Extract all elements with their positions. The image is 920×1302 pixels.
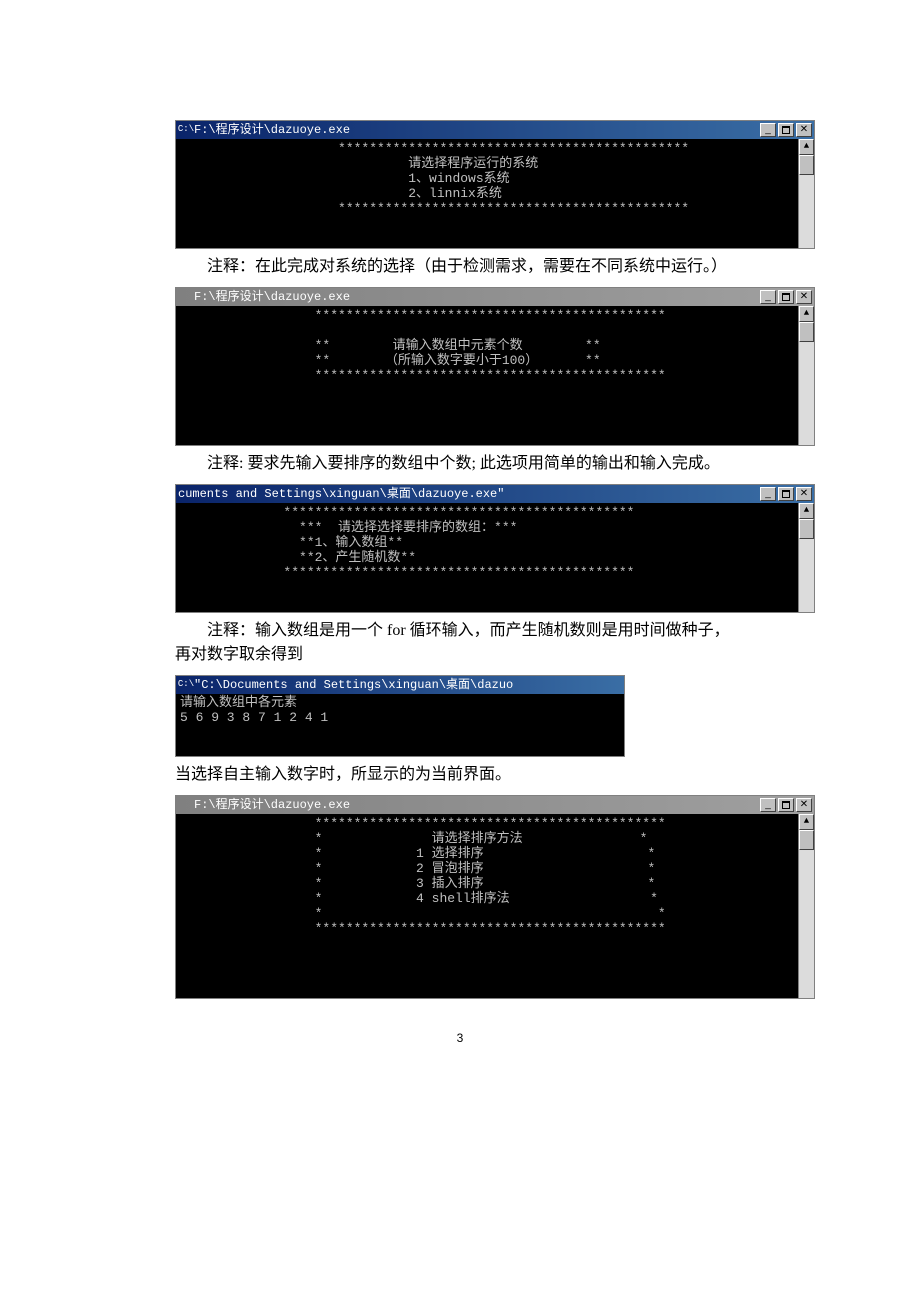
titlebar[interactable]: cuments and Settings\xinguan\桌面\dazuoye.… — [176, 485, 814, 503]
scroll-up-button[interactable]: ▲ — [799, 306, 814, 322]
note-3: 注释：输入数组是用一个 for 循环输入，而产生随机数则是用时间做种子，再对数字… — [175, 619, 745, 667]
scrollbar[interactable]: ▲ — [798, 814, 814, 998]
scroll-track[interactable] — [799, 155, 814, 248]
maximize-button[interactable] — [778, 487, 794, 501]
scroll-thumb[interactable] — [799, 322, 814, 342]
window-title: F:\程序设计\dazuoye.exe — [194, 121, 760, 139]
window-title: "C:\Documents and Settings\xinguan\桌面\da… — [194, 676, 622, 694]
console-output: ****************************************… — [176, 306, 798, 445]
close-button[interactable]: ✕ — [796, 798, 812, 812]
minimize-button[interactable]: _ — [760, 798, 776, 812]
scrollbar[interactable]: ▲ — [798, 503, 814, 612]
window-controls: _ ✕ — [760, 487, 812, 501]
scroll-track[interactable] — [799, 519, 814, 612]
titlebar[interactable]: F:\程序设计\dazuoye.exe _ ✕ — [176, 796, 814, 814]
scroll-up-button[interactable]: ▲ — [799, 814, 814, 830]
maximize-button[interactable] — [778, 123, 794, 137]
console-body: ****************************************… — [176, 306, 814, 445]
document-page: C:\ F:\程序设计\dazuoye.exe _ ✕ ************… — [0, 0, 920, 1087]
scroll-thumb[interactable] — [799, 155, 814, 175]
window-title: cuments and Settings\xinguan\桌面\dazuoye.… — [178, 485, 760, 503]
console-window-2: F:\程序设计\dazuoye.exe _ ✕ ****************… — [175, 287, 815, 446]
minimize-button[interactable]: _ — [760, 290, 776, 304]
console-output: 请输入数组中各元素 5 6 9 3 8 7 1 2 4 1 — [176, 694, 624, 756]
window-controls: _ ✕ — [760, 290, 812, 304]
cmd-icon — [178, 798, 194, 812]
window-controls: _ ✕ — [760, 798, 812, 812]
scroll-track[interactable] — [799, 322, 814, 445]
note-4: 当选择自主输入数字时，所显示的为当前界面。 — [175, 763, 745, 787]
console-body: ****************************************… — [176, 139, 814, 248]
console-body: 请输入数组中各元素 5 6 9 3 8 7 1 2 4 1 — [176, 694, 624, 756]
minimize-button[interactable]: _ — [760, 123, 776, 137]
minimize-button[interactable]: _ — [760, 487, 776, 501]
console-window-3: cuments and Settings\xinguan\桌面\dazuoye.… — [175, 484, 815, 613]
console-output: ****************************************… — [176, 139, 798, 248]
cmd-icon: C:\ — [178, 678, 194, 692]
scroll-up-button[interactable]: ▲ — [799, 503, 814, 519]
window-title: F:\程序设计\dazuoye.exe — [194, 288, 760, 306]
console-window-1: C:\ F:\程序设计\dazuoye.exe _ ✕ ************… — [175, 120, 815, 249]
scrollbar[interactable]: ▲ — [798, 306, 814, 445]
close-button[interactable]: ✕ — [796, 123, 812, 137]
maximize-button[interactable] — [778, 798, 794, 812]
console-output: ****************************************… — [176, 503, 798, 612]
console-window-5: F:\程序设计\dazuoye.exe _ ✕ ****************… — [175, 795, 815, 999]
scroll-thumb[interactable] — [799, 519, 814, 539]
scroll-track[interactable] — [799, 830, 814, 998]
scrollbar[interactable]: ▲ — [798, 139, 814, 248]
window-controls: _ ✕ — [760, 123, 812, 137]
console-window-4: C:\ "C:\Documents and Settings\xinguan\桌… — [175, 675, 625, 757]
cmd-icon — [178, 290, 194, 304]
titlebar[interactable]: F:\程序设计\dazuoye.exe _ ✕ — [176, 288, 814, 306]
close-button[interactable]: ✕ — [796, 290, 812, 304]
titlebar[interactable]: C:\ F:\程序设计\dazuoye.exe _ ✕ — [176, 121, 814, 139]
note-2: 注释: 要求先输入要排序的数组中个数; 此选项用简单的输出和输入完成。 — [175, 452, 745, 476]
console-body: ****************************************… — [176, 503, 814, 612]
titlebar[interactable]: C:\ "C:\Documents and Settings\xinguan\桌… — [176, 676, 624, 694]
maximize-button[interactable] — [778, 290, 794, 304]
page-number: 3 — [175, 1029, 745, 1047]
scroll-up-button[interactable]: ▲ — [799, 139, 814, 155]
console-output: ****************************************… — [176, 814, 798, 998]
console-body: ****************************************… — [176, 814, 814, 998]
cmd-icon: C:\ — [178, 123, 194, 137]
note-1: 注释：在此完成对系统的选择（由于检测需求，需要在不同系统中运行。） — [175, 255, 745, 279]
close-button[interactable]: ✕ — [796, 487, 812, 501]
window-title: F:\程序设计\dazuoye.exe — [194, 796, 760, 814]
scroll-thumb[interactable] — [799, 830, 814, 850]
